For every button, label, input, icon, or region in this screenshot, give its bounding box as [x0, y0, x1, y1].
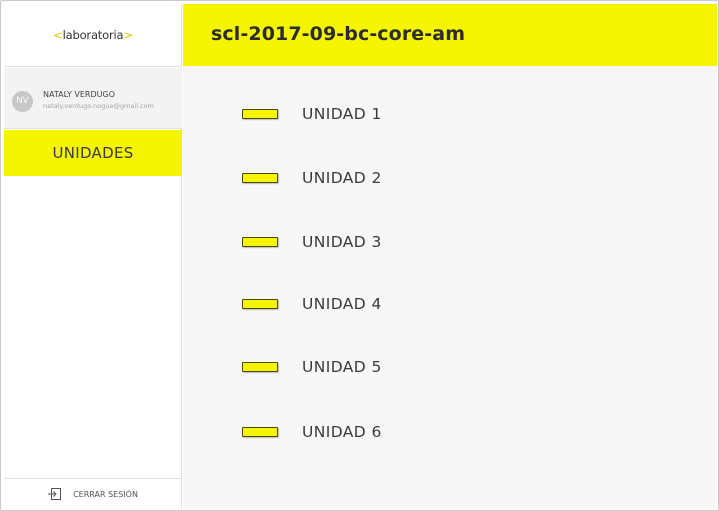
unit-marker: [242, 427, 278, 437]
header: scl-2017-09-bc-core-am: [183, 4, 717, 66]
app-window: < laboratoria > NV NATALY VERDUGO nataly…: [0, 0, 719, 511]
unit-marker: [242, 173, 278, 183]
logout-button[interactable]: CERRAR SESIÓN: [4, 478, 182, 509]
sidebar-item-unidades[interactable]: UNIDADES: [4, 130, 182, 176]
unit-label: UNIDAD 2: [302, 169, 382, 187]
list-item-unidad-3[interactable]: UNIDAD 3: [242, 231, 382, 253]
logo-bracket-close: >: [123, 28, 133, 42]
list-item-unidad-4[interactable]: UNIDAD 4: [242, 293, 382, 315]
unit-marker: [242, 237, 278, 247]
user-email: nataly.verdugo.nogue@gmail.com: [43, 102, 154, 110]
unit-label: UNIDAD 3: [302, 233, 382, 251]
logout-icon: [48, 488, 62, 500]
units-list: UNIDAD 1 UNIDAD 2 UNIDAD 3 UNIDAD 4 UNID…: [183, 66, 717, 509]
logo[interactable]: < laboratoria >: [4, 4, 182, 67]
list-item-unidad-1[interactable]: UNIDAD 1: [242, 103, 382, 125]
page-title: scl-2017-09-bc-core-am: [211, 23, 466, 45]
unit-marker: [242, 362, 278, 372]
logo-text: laboratoria: [62, 28, 124, 42]
unit-label: UNIDAD 4: [302, 295, 382, 313]
unit-marker: [242, 109, 278, 119]
list-item-unidad-6[interactable]: UNIDAD 6: [242, 421, 382, 443]
unit-marker: [242, 299, 278, 309]
unit-label: UNIDAD 6: [302, 423, 382, 441]
list-item-unidad-2[interactable]: UNIDAD 2: [242, 167, 382, 189]
unit-label: UNIDAD 5: [302, 358, 382, 376]
user-profile: NV NATALY VERDUGO nataly.verdugo.nogue@g…: [4, 68, 182, 129]
logout-label: CERRAR SESIÓN: [73, 489, 138, 499]
avatar: NV: [12, 91, 33, 112]
sidebar: < laboratoria > NV NATALY VERDUGO nataly…: [4, 4, 182, 509]
unit-label: UNIDAD 1: [302, 105, 382, 123]
sidebar-item-label: UNIDADES: [52, 144, 134, 162]
user-name: NATALY VERDUGO: [43, 90, 115, 99]
logo-bracket-open: <: [53, 28, 63, 42]
list-item-unidad-5[interactable]: UNIDAD 5: [242, 356, 382, 378]
